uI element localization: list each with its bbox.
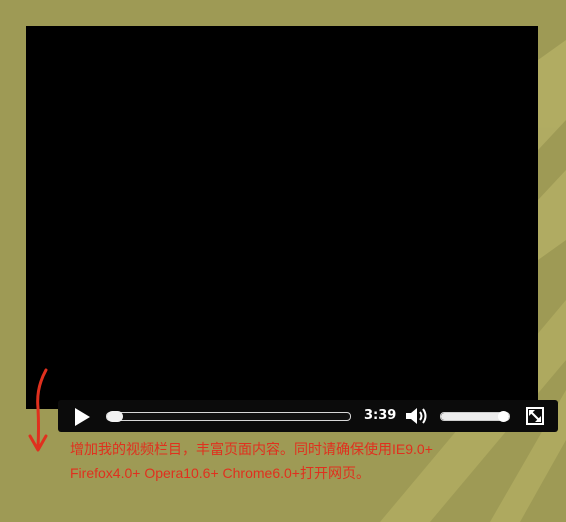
current-time: 3:39 [364, 408, 397, 423]
mute-button[interactable] [405, 406, 429, 426]
note-line-1: 增加我的视频栏目，丰富页面内容。同时请确保使用IE9.0+ [70, 441, 433, 457]
fullscreen-icon [526, 407, 544, 425]
volume-slider[interactable] [440, 411, 510, 422]
fullscreen-button[interactable] [526, 407, 544, 425]
player-controls: 3:39 [58, 400, 558, 432]
browser-requirement-note: 增加我的视频栏目，丰富页面内容。同时请确保使用IE9.0+ Firefox4.0… [70, 437, 510, 485]
play-icon [75, 408, 90, 426]
play-button[interactable] [72, 407, 92, 427]
annotation-arrow-icon [28, 368, 48, 452]
volume-fill [441, 413, 506, 420]
progress-bar[interactable] [106, 411, 351, 422]
volume-icon [406, 408, 427, 424]
video-player[interactable]: 3:39 [26, 26, 558, 432]
note-line-2: Firefox4.0+ Opera10.6+ Chrome6.0+打开网页。 [70, 465, 370, 481]
volume-handle[interactable] [497, 411, 509, 422]
progress-handle[interactable] [107, 411, 123, 422]
